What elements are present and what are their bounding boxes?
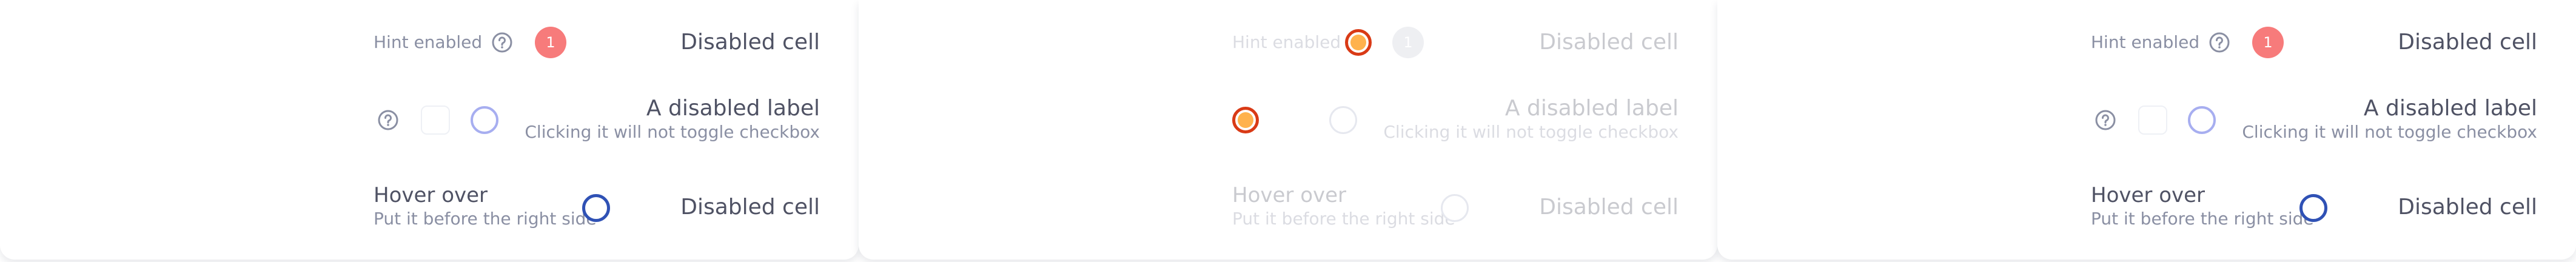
disabled-label-hint: Clicking it will not toggle checkbox bbox=[525, 122, 820, 142]
hover-over-title: Hover over bbox=[2091, 183, 2205, 207]
question-circle-icon[interactable] bbox=[490, 30, 514, 55]
hover-over-title: Hover over bbox=[374, 183, 488, 207]
hover-over-group: Hover over Put it before the right side bbox=[374, 183, 597, 230]
radio-button[interactable] bbox=[471, 106, 498, 134]
question-circle-icon[interactable] bbox=[2207, 30, 2232, 55]
radio-button-hover[interactable] bbox=[1441, 194, 1469, 222]
disabled-label: A disabled label bbox=[646, 96, 820, 121]
hint-label: Hint enabled bbox=[1232, 32, 1341, 52]
radio-button-hover[interactable] bbox=[582, 194, 610, 222]
checkbox[interactable] bbox=[421, 106, 450, 135]
hint-label: Hint enabled bbox=[374, 32, 483, 52]
focus-ring-indicator[interactable] bbox=[1345, 29, 1372, 56]
hover-over-group: Hover over Put it before the right side bbox=[2091, 183, 2314, 230]
focus-ring-indicator[interactable] bbox=[1232, 107, 1259, 133]
panel-default: Hint enabled 1 Disabled cell A disabled … bbox=[0, 0, 859, 260]
hint-label: Hint enabled bbox=[2091, 32, 2200, 52]
notification-badge: 1 bbox=[1392, 27, 1424, 58]
hover-over-subtitle: Put it before the right side bbox=[374, 209, 597, 229]
hover-over-subtitle: Put it before the right side bbox=[2091, 209, 2314, 229]
disabled-label-group: A disabled label Clicking it will not to… bbox=[1383, 96, 1679, 143]
panel-disabled: Hint enabled 1 Disabled cell A disabled … bbox=[859, 0, 1717, 260]
disabled-label-group: A disabled label Clicking it will not to… bbox=[2242, 96, 2537, 143]
disabled-cell-label: Disabled cell bbox=[1539, 30, 1679, 55]
panel-default: Hint enabled 1 Disabled cell A disabled … bbox=[1717, 0, 2576, 260]
notification-badge: 1 bbox=[2252, 27, 2284, 58]
disabled-label: A disabled label bbox=[1504, 96, 1679, 121]
question-circle-icon[interactable] bbox=[376, 108, 400, 132]
disabled-cell-label: Disabled cell bbox=[2398, 195, 2537, 220]
checkbox[interactable] bbox=[2138, 106, 2167, 135]
radio-button[interactable] bbox=[1329, 106, 1357, 134]
disabled-label-hint: Clicking it will not toggle checkbox bbox=[1383, 122, 1679, 142]
disabled-cell-label: Disabled cell bbox=[680, 30, 820, 55]
notification-badge: 1 bbox=[535, 27, 566, 58]
radio-button-hover[interactable] bbox=[2299, 194, 2327, 222]
disabled-cell-label: Disabled cell bbox=[680, 195, 820, 220]
question-circle-icon[interactable] bbox=[2093, 108, 2118, 132]
hover-over-title: Hover over bbox=[1232, 183, 1347, 207]
disabled-label-group: A disabled label Clicking it will not to… bbox=[525, 96, 820, 143]
disabled-label-hint: Clicking it will not toggle checkbox bbox=[2242, 122, 2537, 142]
hover-over-group: Hover over Put it before the right side bbox=[1232, 183, 1455, 230]
radio-button[interactable] bbox=[2188, 106, 2216, 134]
disabled-label: A disabled label bbox=[2363, 96, 2537, 121]
hover-over-subtitle: Put it before the right side bbox=[1232, 209, 1455, 229]
disabled-cell-label: Disabled cell bbox=[1539, 195, 1679, 220]
disabled-cell-label: Disabled cell bbox=[2398, 30, 2537, 55]
